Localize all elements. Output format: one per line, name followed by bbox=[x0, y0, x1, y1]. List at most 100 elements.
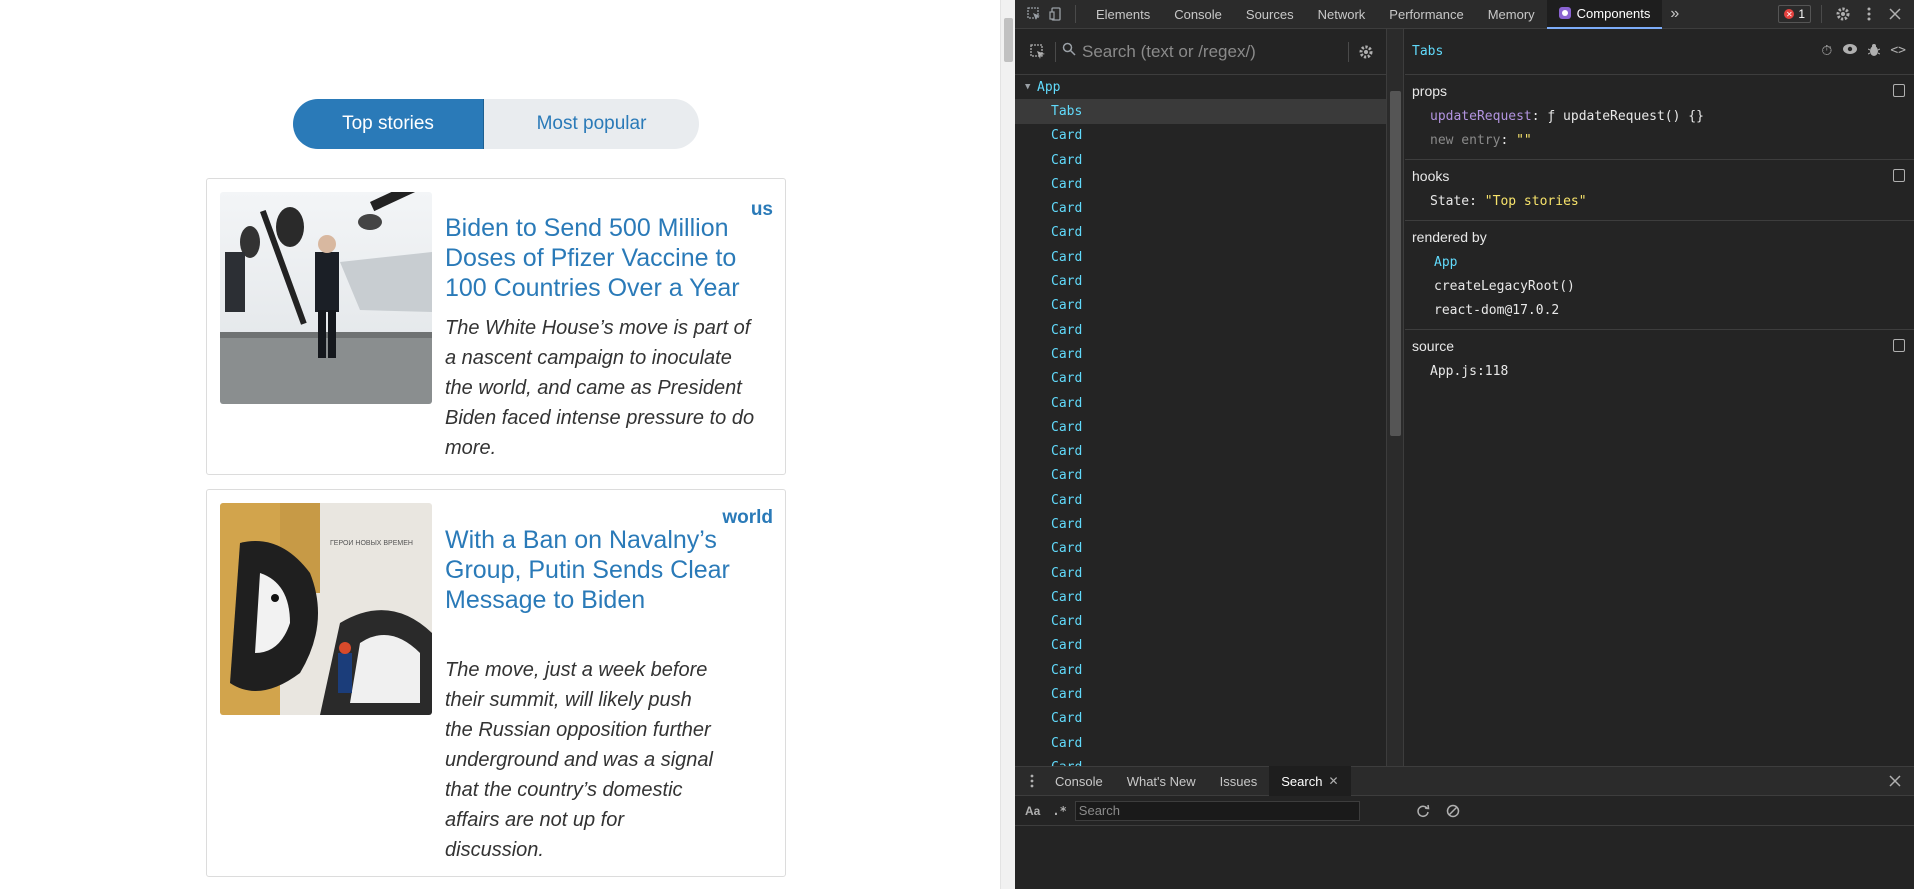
drawer-tab-search[interactable]: Search ✕ bbox=[1269, 766, 1351, 796]
error-count-badge[interactable]: ✕ 1 bbox=[1778, 5, 1811, 23]
select-component-icon[interactable] bbox=[1027, 41, 1049, 63]
story-image[interactable]: ГЕРОИ НОВЫХ ВРЕМЕН bbox=[220, 503, 432, 715]
tree-node-card[interactable]: Card bbox=[1015, 464, 1386, 488]
prop-value[interactable]: "" bbox=[1516, 133, 1532, 148]
story-abstract: The White House’s move is part of a nasc… bbox=[445, 317, 755, 459]
drawer-tab-issues[interactable]: Issues bbox=[1208, 766, 1270, 796]
prop-key: updateRequest bbox=[1430, 109, 1532, 124]
tree-node-card[interactable]: Card bbox=[1015, 124, 1386, 148]
tree-node-app[interactable]: ▼ App bbox=[1015, 75, 1386, 99]
tree-node-card[interactable]: Card bbox=[1015, 488, 1386, 512]
tree-node-card[interactable]: Card bbox=[1015, 148, 1386, 172]
more-tabs-icon[interactable]: » bbox=[1662, 0, 1687, 29]
story-image[interactable] bbox=[220, 192, 432, 404]
hooks-title: hooks bbox=[1412, 168, 1450, 184]
tree-node-card[interactable]: Card bbox=[1015, 294, 1386, 318]
new-prop-row[interactable]: new entry: "" bbox=[1412, 129, 1907, 153]
copy-icon[interactable] bbox=[1893, 169, 1905, 182]
svg-text:ГЕРОИ НОВЫХ ВРЕМЕН: ГЕРОИ НОВЫХ ВРЕМЕН bbox=[330, 540, 413, 547]
inspect-element-icon[interactable] bbox=[1023, 3, 1045, 25]
tab-top-stories[interactable]: Top stories bbox=[293, 99, 484, 149]
tree-node-card[interactable]: Card bbox=[1015, 245, 1386, 269]
rendered-by-app[interactable]: App bbox=[1412, 251, 1907, 275]
tree-node-label: Card bbox=[1051, 662, 1083, 678]
error-icon: ✕ bbox=[1784, 9, 1795, 19]
devtools-tab-sources[interactable]: Sources bbox=[1234, 0, 1306, 29]
drawer-search-input[interactable]: Search bbox=[1074, 800, 1360, 821]
tree-node-label: Tabs bbox=[1051, 103, 1083, 119]
tree-node-card[interactable]: Card bbox=[1015, 682, 1386, 706]
drawer-menu-icon[interactable] bbox=[1021, 770, 1043, 792]
tree-node-card[interactable]: Card bbox=[1015, 585, 1386, 609]
tree-node-card[interactable]: Card bbox=[1015, 561, 1386, 585]
stopwatch-icon[interactable]: ⏱ bbox=[1821, 43, 1832, 61]
close-tab-icon[interactable]: ✕ bbox=[1328, 774, 1338, 788]
hooks-section: hooks State: "Top stories" bbox=[1405, 160, 1914, 221]
tree-node-card[interactable]: Card bbox=[1015, 658, 1386, 682]
tree-node-card[interactable]: Card bbox=[1015, 196, 1386, 220]
regex-button[interactable]: .* bbox=[1052, 804, 1066, 818]
prop-value: ƒ updateRequest() {} bbox=[1547, 109, 1704, 124]
drawer-tab-whats-new[interactable]: What's New bbox=[1115, 766, 1208, 796]
tree-node-card[interactable]: Card bbox=[1015, 221, 1386, 245]
tree-node-card[interactable]: Card bbox=[1015, 367, 1386, 391]
drawer-tab-console[interactable]: Console bbox=[1043, 766, 1115, 796]
devtools-tab-network[interactable]: Network bbox=[1306, 0, 1378, 29]
rendered-by-title: rendered by bbox=[1412, 229, 1487, 245]
tree-node-card[interactable]: Card bbox=[1015, 391, 1386, 415]
tree-node-card[interactable]: Card bbox=[1015, 755, 1386, 766]
tree-node-card[interactable]: Card bbox=[1015, 610, 1386, 634]
devtools-tab-console[interactable]: Console bbox=[1162, 0, 1234, 29]
story-card[interactable]: ГЕРОИ НОВЫХ ВРЕМЕН world With a Ban on N… bbox=[206, 489, 786, 877]
component-settings-gear-icon[interactable] bbox=[1355, 41, 1377, 63]
clear-icon[interactable] bbox=[1442, 800, 1464, 822]
tree-node-label: Card bbox=[1051, 346, 1083, 362]
tree-node-label: Card bbox=[1051, 298, 1083, 314]
story-card[interactable]: us Biden to Send 500 Million Doses of Pf… bbox=[206, 178, 786, 475]
bug-icon[interactable] bbox=[1868, 43, 1881, 61]
tree-node-label: Card bbox=[1051, 516, 1083, 532]
hook-key: State: bbox=[1430, 194, 1477, 209]
tree-node-card[interactable]: Card bbox=[1015, 512, 1386, 536]
component-tree-scrollbar[interactable] bbox=[1387, 29, 1404, 766]
page-scrollbar[interactable] bbox=[1000, 0, 1015, 889]
story-title[interactable]: Biden to Send 500 Million Doses of Pfize… bbox=[445, 213, 755, 303]
devtools-tab-elements[interactable]: Elements bbox=[1084, 0, 1162, 29]
hook-row[interactable]: State: "Top stories" bbox=[1412, 190, 1907, 214]
story-title[interactable]: With a Ban on Navalny’s Group, Putin Sen… bbox=[445, 525, 735, 615]
tree-node-card[interactable]: Card bbox=[1015, 634, 1386, 658]
tab-most-popular[interactable]: Most popular bbox=[484, 99, 699, 149]
tree-node-card[interactable]: Card bbox=[1015, 172, 1386, 196]
eye-icon[interactable] bbox=[1842, 43, 1858, 61]
tree-node-card[interactable]: Card bbox=[1015, 731, 1386, 755]
source-title: source bbox=[1412, 338, 1455, 354]
tree-node-label: Card bbox=[1051, 687, 1083, 703]
copy-icon[interactable] bbox=[1893, 84, 1905, 97]
tree-node-card[interactable]: Card bbox=[1015, 415, 1386, 439]
tree-node-card[interactable]: Card bbox=[1015, 269, 1386, 293]
copy-icon[interactable] bbox=[1893, 339, 1905, 352]
tree-node-tabs[interactable]: Tabs bbox=[1015, 99, 1386, 124]
close-drawer-icon[interactable] bbox=[1884, 770, 1906, 792]
tree-node-label: Card bbox=[1051, 735, 1083, 751]
device-toolbar-icon[interactable] bbox=[1045, 3, 1067, 25]
tree-node-card[interactable]: Card bbox=[1015, 318, 1386, 342]
kebab-menu-icon[interactable] bbox=[1858, 3, 1880, 25]
match-case-button[interactable]: Aa bbox=[1025, 804, 1040, 818]
tree-node-card[interactable]: Card bbox=[1015, 342, 1386, 366]
devtools-tab-components[interactable]: Components bbox=[1546, 0, 1663, 29]
tree-node-card[interactable]: Card bbox=[1015, 707, 1386, 731]
refresh-icon[interactable] bbox=[1412, 800, 1434, 822]
drawer-tab-search-label: Search bbox=[1281, 773, 1323, 789]
devtools-tab-memory[interactable]: Memory bbox=[1476, 0, 1547, 29]
hook-value[interactable]: "Top stories" bbox=[1485, 194, 1587, 209]
component-search-input[interactable]: Search (text or /regex/) bbox=[1082, 42, 1342, 62]
tree-node-card[interactable]: Card bbox=[1015, 439, 1386, 463]
devtools-tab-performance[interactable]: Performance bbox=[1377, 0, 1475, 29]
view-source-icon[interactable]: <> bbox=[1890, 43, 1906, 61]
settings-gear-icon[interactable] bbox=[1832, 3, 1854, 25]
prop-row[interactable]: updateRequest: ƒ updateRequest() {} bbox=[1412, 105, 1907, 129]
source-location[interactable]: App.js:118 bbox=[1412, 360, 1907, 384]
tree-node-card[interactable]: Card bbox=[1015, 537, 1386, 561]
close-devtools-icon[interactable] bbox=[1884, 3, 1906, 25]
